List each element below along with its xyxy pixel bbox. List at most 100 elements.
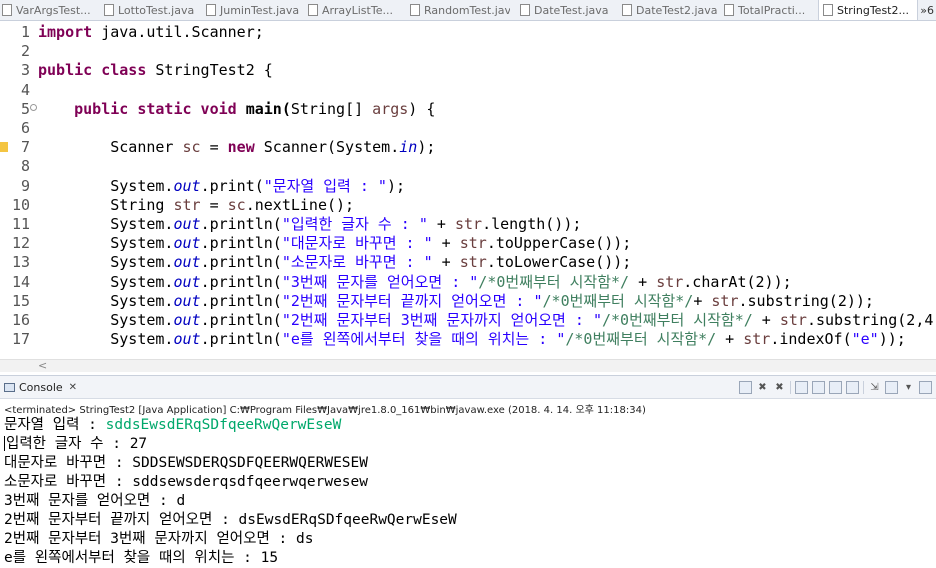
code-token: ));	[878, 330, 906, 349]
code-token: .println(	[200, 253, 282, 272]
line-number: 3	[20, 61, 30, 80]
code-token: String	[290, 99, 346, 118]
code-line: 16 System.out.println("2번째 문자부터 3번째 문자까지…	[0, 311, 936, 330]
tab-stringtest2[interactable]: StringTest2... ✕	[818, 0, 918, 20]
dropdown-icon[interactable]: ▾	[902, 381, 915, 394]
code-token: .indexOf(	[770, 330, 852, 349]
code-token: .println(	[200, 291, 282, 310]
line-number: 4	[20, 80, 30, 99]
console-output-line: 3번째 문자를 얻어오면 : d	[4, 493, 186, 509]
code-token: .println(	[200, 215, 282, 233]
close-tab-icon[interactable]: ✕	[917, 5, 918, 16]
tab-jumintest[interactable]: JuminTest.java	[206, 0, 302, 20]
show-on-output-icon[interactable]	[829, 380, 842, 394]
line-number: 14	[11, 272, 30, 291]
tab-label: LottoTest.java	[118, 3, 195, 17]
stop-icon[interactable]	[739, 380, 752, 394]
code-token: in	[399, 138, 418, 157]
tab-overflow-button[interactable]: »6	[920, 0, 934, 20]
open-console-icon[interactable]	[919, 380, 932, 394]
close-console-icon[interactable]: ✕	[69, 382, 77, 393]
code-line: 3 public class StringTest2 {	[0, 61, 936, 80]
code-token: str	[459, 253, 487, 272]
scroll-left-icon[interactable]: <	[38, 359, 47, 372]
code-token: /*0번째부터 시작함*/	[542, 291, 694, 310]
line-number: 16	[11, 311, 30, 329]
code-token: .println(	[200, 311, 282, 329]
code-token: .nextLine();	[245, 195, 355, 214]
code-token: .substring(2,4));	[806, 311, 936, 329]
java-file-icon	[2, 4, 12, 16]
tab-label: DateTest.java	[534, 3, 609, 17]
console-output-line: 대문자로 바꾸면 : SDDSEWSDERQSDFQEERWQERWESEW	[4, 455, 369, 471]
line-number: 13	[11, 253, 30, 272]
console-output-line: 2번째 문자부터 3번째 문자까지 얻어오면 : ds	[4, 531, 314, 547]
code-line: 6	[0, 119, 936, 138]
code-token: .print(	[200, 176, 264, 195]
java-file-icon	[410, 4, 420, 16]
tab-datetest[interactable]: DateTest.java	[520, 0, 616, 20]
console-output-line: 2번째 문자부터 끝까지 얻어오면 : dsEwsdERqSDfqeeRwQer…	[4, 512, 457, 528]
remove-launch-icon[interactable]: ✖	[756, 381, 769, 394]
tab-randomtest[interactable]: RandomTest.java	[410, 0, 510, 20]
code-token: out	[173, 291, 201, 310]
code-token: System.	[110, 234, 174, 253]
console-view-header: Console ✕ ✖ ✖ ⇲ ▾	[0, 375, 936, 399]
java-file-icon	[206, 4, 216, 16]
code-token: str	[454, 215, 483, 233]
console-output-line: 입력한 글자 수 : 27	[6, 436, 148, 452]
code-line: 10 String str = sc.nextLine();	[0, 196, 936, 215]
code-token: out	[173, 253, 201, 272]
code-token: str	[711, 291, 739, 310]
console-icon	[4, 382, 15, 392]
tab-totalpractice[interactable]: TotalPracti...	[724, 0, 816, 20]
tab-console[interactable]: Console ✕	[4, 379, 77, 395]
code-token: sc	[182, 138, 201, 157]
code-token: /*0번째부터 시작함*/	[478, 272, 630, 291]
code-token: "3번째 문자를 얻어오면 : "	[281, 272, 479, 291]
tab-varargstest[interactable]: VarArgsTest...	[2, 0, 98, 20]
editor-horizontal-scrollbar[interactable]: <	[0, 359, 936, 372]
new-console-icon[interactable]	[885, 380, 898, 394]
code-token: out	[173, 176, 201, 195]
code-token: .println(	[200, 272, 282, 291]
console-status-line: <terminated> StringTest2 [Java Applicati…	[4, 405, 646, 416]
code-token: System.	[110, 253, 174, 272]
code-token: "문자열 입력 : "	[263, 176, 387, 195]
line-number: 2	[20, 42, 30, 61]
code-token: new	[227, 138, 264, 157]
code-token: +	[693, 291, 712, 310]
fold-toggle-icon[interactable]	[30, 103, 37, 111]
code-line: 9 System.out.print("문자열 입력 : ");	[0, 177, 936, 196]
code-text: System.out.println("2번째 문자부터 3번째 문자까지 얻어…	[38, 311, 936, 330]
tab-lottotest[interactable]: LottoTest.java	[104, 0, 200, 20]
pin-icon[interactable]: ⇲	[868, 381, 881, 394]
tab-datetest2[interactable]: DateTest2.java	[622, 0, 718, 20]
java-file-icon	[724, 4, 734, 16]
code-token: []	[345, 99, 373, 118]
scroll-lock-icon[interactable]	[795, 380, 808, 394]
code-text: System.out.println("입력한 글자 수 : " + str.l…	[38, 215, 581, 234]
code-token: StringTest2 {	[155, 61, 273, 80]
warning-marker-icon[interactable]	[0, 142, 8, 153]
tab-arraylisttest[interactable]: ArrayListTe...	[308, 0, 404, 20]
code-token: str	[656, 272, 684, 291]
text-cursor	[4, 436, 5, 451]
code-text: System.out.println("3번째 문자를 얻어오면 : "/*0번…	[38, 272, 791, 292]
code-line: 12 System.out.println("대문자로 바꾸면 : " + st…	[0, 234, 936, 253]
code-editor[interactable]: 1 import java.util.Scanner; 2 3 public class…	[0, 21, 936, 359]
tab-label: TotalPracti...	[738, 3, 806, 17]
tab-label: StringTest2...	[837, 3, 909, 17]
remove-all-icon[interactable]: ✖	[773, 381, 786, 394]
code-token: "2번째 문자부터 끝까지 얻어오면 : "	[281, 291, 543, 310]
word-wrap-icon[interactable]	[812, 380, 825, 394]
code-token: .toUpperCase());	[486, 234, 632, 253]
code-token: System.	[110, 311, 174, 329]
show-on-error-icon[interactable]	[846, 380, 859, 394]
code-text: Scanner sc = new Scanner(System.in);	[38, 138, 435, 157]
